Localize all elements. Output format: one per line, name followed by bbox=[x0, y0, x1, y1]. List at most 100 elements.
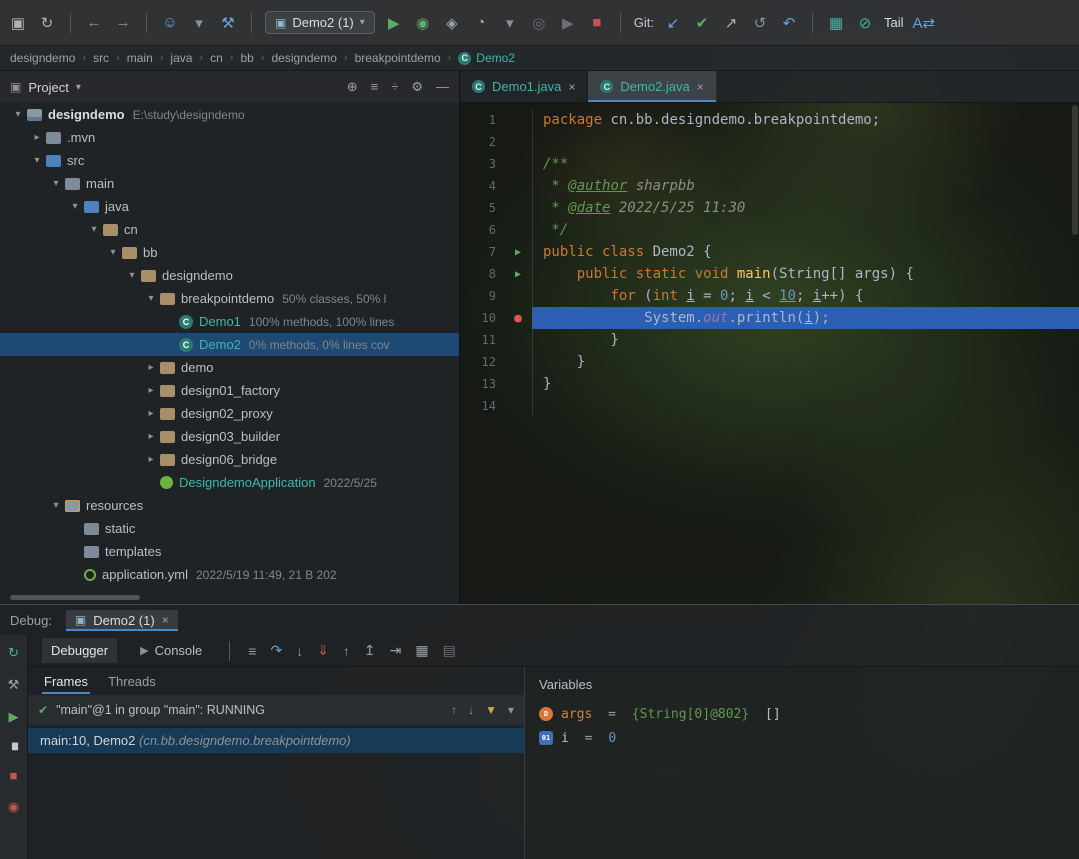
editor-scrollbar[interactable] bbox=[1070, 103, 1079, 604]
settings-layout-icon[interactable]: ▤ bbox=[443, 642, 456, 659]
tree-item-Demo1[interactable]: CDemo1100% methods, 100% lines bbox=[0, 310, 459, 333]
mute-breakpoints-icon[interactable]: ≡ bbox=[248, 643, 256, 659]
tree-item-static[interactable]: static bbox=[0, 517, 459, 540]
save-all-icon[interactable]: ▣ bbox=[8, 14, 28, 32]
code-area[interactable]: 1package cn.bb.designdemo.breakpointdemo… bbox=[460, 103, 1079, 604]
breadcrumb-item[interactable]: main bbox=[127, 51, 153, 65]
tree-item-designdemo[interactable]: ▾designdemo bbox=[0, 264, 459, 287]
breadcrumb-item[interactable]: bb bbox=[240, 51, 253, 65]
chevron-right-icon[interactable]: ▸ bbox=[29, 132, 45, 143]
evaluate-expression-icon[interactable]: ▦ bbox=[415, 642, 428, 659]
settings-gear-icon[interactable]: ⚙ bbox=[411, 79, 423, 95]
tab-debugger[interactable]: Debugger bbox=[42, 638, 117, 663]
breadcrumb-item[interactable]: designdemo bbox=[10, 51, 75, 65]
close-icon[interactable]: × bbox=[162, 613, 169, 627]
build-icon[interactable]: ⚒ bbox=[218, 14, 238, 32]
project-panel-title[interactable]: Project bbox=[28, 80, 68, 95]
chevron-down-icon[interactable]: ▾ bbox=[48, 178, 64, 189]
close-icon[interactable]: × bbox=[697, 80, 704, 94]
tree-item-designdemo[interactable]: ▾designdemoE:\study\designdemo bbox=[0, 103, 459, 126]
resume-icon[interactable]: ▶ bbox=[9, 709, 19, 725]
debug-session-tab[interactable]: ▣ Demo2 (1) × bbox=[66, 610, 178, 631]
chevron-right-icon[interactable]: ▸ bbox=[143, 431, 159, 442]
chevron-down-icon[interactable]: ▾ bbox=[67, 201, 83, 212]
user-dropdown-icon[interactable]: ▾ bbox=[189, 14, 209, 32]
tab-frames[interactable]: Frames bbox=[42, 669, 90, 694]
breadcrumb-item[interactable]: src bbox=[93, 51, 109, 65]
prev-frame-icon[interactable]: ↑ bbox=[451, 703, 457, 717]
chevron-right-icon[interactable]: ▸ bbox=[143, 362, 159, 373]
breakpoint-icon[interactable]: ● bbox=[504, 311, 532, 326]
code-line[interactable]: 13} bbox=[460, 373, 1079, 395]
tree-item-cn[interactable]: ▾cn bbox=[0, 218, 459, 241]
run-to-cursor-icon[interactable]: ⇥ bbox=[390, 642, 402, 659]
tree-item-DesigndemoApplication[interactable]: DesigndemoApplication2022/5/25 bbox=[0, 471, 459, 494]
breadcrumb-item[interactable]: designdemo bbox=[272, 51, 337, 65]
tree-item-main[interactable]: ▾main bbox=[0, 172, 459, 195]
back-icon[interactable]: ← bbox=[84, 14, 104, 31]
drop-frame-icon[interactable]: ↥ bbox=[364, 642, 376, 659]
chevron-down-icon[interactable]: ▾ bbox=[76, 82, 81, 93]
chevron-down-icon[interactable]: ▾ bbox=[10, 109, 26, 120]
step-over-icon[interactable]: ↷ bbox=[270, 642, 282, 659]
locate-icon[interactable]: ⊕ bbox=[347, 79, 358, 95]
tree-item-breakpointdemo[interactable]: ▾breakpointdemo50% classes, 50% l bbox=[0, 287, 459, 310]
filter-frames-icon[interactable]: ▼ bbox=[485, 703, 497, 717]
coverage-icon[interactable]: ◈ bbox=[442, 14, 462, 32]
project-scrollbar[interactable] bbox=[10, 595, 140, 600]
tree-item-design01_factory[interactable]: ▸design01_factory bbox=[0, 379, 459, 402]
chevron-right-icon[interactable]: ▸ bbox=[143, 454, 159, 465]
debug-icon[interactable]: ◉ bbox=[413, 14, 433, 32]
tree-item-.mvn[interactable]: ▸.mvn bbox=[0, 126, 459, 149]
code-line[interactable]: 3/** bbox=[460, 153, 1079, 175]
code-line[interactable]: 2 bbox=[460, 131, 1079, 153]
run-icon[interactable]: ▶ bbox=[384, 14, 404, 32]
tool-box-icon[interactable]: ▦ bbox=[826, 14, 846, 32]
code-line[interactable]: 8▶ public static void main(String[] args… bbox=[460, 263, 1079, 285]
next-frame-icon[interactable]: ↓ bbox=[468, 703, 474, 717]
tree-item-Demo2[interactable]: CDemo20% methods, 0% lines cov bbox=[0, 333, 459, 356]
tree-item-design06_bridge[interactable]: ▸design06_bridge bbox=[0, 448, 459, 471]
tree-item-design02_proxy[interactable]: ▸design02_proxy bbox=[0, 402, 459, 425]
profiler-dropdown-icon[interactable]: ▾ bbox=[500, 14, 520, 32]
collapse-all-icon[interactable]: ÷ bbox=[391, 79, 398, 95]
tree-item-templates[interactable]: templates bbox=[0, 540, 459, 563]
code-line[interactable]: 10● System.out.println(i); bbox=[460, 307, 1079, 329]
expand-all-icon[interactable]: ≡ bbox=[371, 79, 379, 95]
breadcrumb-item[interactable]: java bbox=[170, 51, 192, 65]
editor-tab-Demo2.java[interactable]: CDemo2.java× bbox=[588, 71, 716, 102]
tree-item-demo[interactable]: ▸demo bbox=[0, 356, 459, 379]
sync-icon[interactable]: ↻ bbox=[37, 14, 57, 32]
code-line[interactable]: 6 */ bbox=[460, 219, 1079, 241]
chevron-down-icon[interactable]: ▾ bbox=[48, 500, 64, 511]
pause-icon[interactable]: ▮▮ bbox=[11, 741, 16, 752]
stop-icon[interactable]: ■ bbox=[587, 14, 607, 31]
chevron-right-icon[interactable]: ▸ bbox=[143, 408, 159, 419]
hide-panel-icon[interactable]: — bbox=[436, 79, 449, 95]
code-line[interactable]: 7▶public class Demo2 { bbox=[460, 241, 1079, 263]
breadcrumb-item-current[interactable]: CDemo2 bbox=[458, 51, 515, 65]
chevron-right-icon[interactable]: ▸ bbox=[143, 385, 159, 396]
code-line[interactable]: 11 } bbox=[460, 329, 1079, 351]
user-icon[interactable]: ☺ bbox=[160, 14, 180, 31]
force-step-into-icon[interactable]: ⇓ bbox=[317, 642, 329, 659]
breadcrumb-item[interactable]: cn bbox=[210, 51, 223, 65]
code-line[interactable]: 4 * @author sharpbb bbox=[460, 175, 1079, 197]
chevron-down-icon[interactable]: ▾ bbox=[29, 155, 45, 166]
attach-icon[interactable]: ◎ bbox=[529, 14, 549, 32]
run-marker-icon[interactable]: ▶ bbox=[504, 269, 532, 280]
profiler-icon[interactable]: ◔ bbox=[471, 14, 491, 31]
tree-item-application.yml[interactable]: application.yml2022/5/19 11:49, 21 B 202 bbox=[0, 563, 459, 586]
view-breakpoints-icon[interactable]: ◉ bbox=[8, 799, 19, 815]
editor-tab-Demo1.java[interactable]: CDemo1.java× bbox=[460, 71, 588, 102]
close-icon[interactable]: × bbox=[568, 80, 575, 94]
run-secondary-icon[interactable]: ▶ bbox=[558, 14, 578, 32]
git-update-icon[interactable]: ↙ bbox=[663, 14, 683, 32]
tree-item-java[interactable]: ▾java bbox=[0, 195, 459, 218]
chevron-down-icon[interactable]: ▾ bbox=[105, 247, 121, 258]
forward-icon[interactable]: → bbox=[113, 14, 133, 31]
step-into-icon[interactable]: ↓ bbox=[296, 643, 303, 659]
tree-item-design03_builder[interactable]: ▸design03_builder bbox=[0, 425, 459, 448]
thread-selector[interactable]: ✔ "main"@1 in group "main": RUNNING ↑↓▼▾ bbox=[28, 695, 524, 725]
rerun-icon[interactable]: ↻ bbox=[8, 645, 19, 661]
